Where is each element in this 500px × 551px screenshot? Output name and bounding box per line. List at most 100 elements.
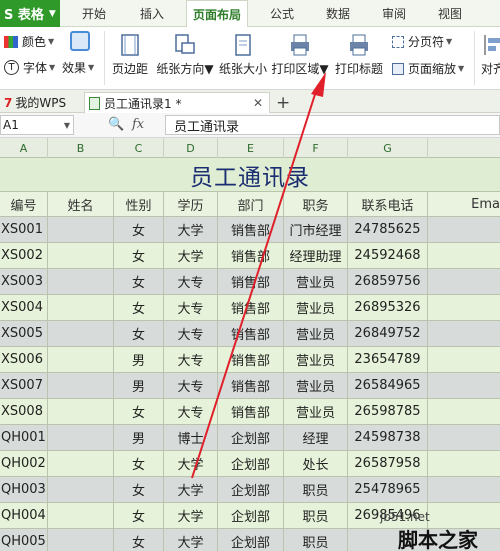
header-cell[interactable]: 性别 <box>114 192 164 216</box>
tab-home[interactable]: 开始 <box>72 0 116 27</box>
table-cell[interactable]: 营业员 <box>284 373 348 398</box>
column-header-g[interactable]: G <box>348 138 428 158</box>
tab-insert[interactable]: 插入 <box>130 0 174 27</box>
table-cell[interactable]: 营业员 <box>284 347 348 372</box>
header-cell[interactable]: 学历 <box>164 192 218 216</box>
table-cell[interactable]: 女 <box>114 269 164 294</box>
table-cell[interactable]: 26587958 <box>348 451 428 476</box>
tab-view[interactable]: 视图 <box>428 0 472 27</box>
app-menu-button[interactable]: S 表格 ▼ <box>0 0 60 27</box>
table-cell[interactable]: XS007 <box>0 373 48 398</box>
table-cell[interactable]: 销售部 <box>218 217 284 242</box>
header-cell[interactable]: Ema <box>428 192 500 216</box>
column-header-c[interactable]: C <box>114 138 164 158</box>
table-cell[interactable]: QH003 <box>0 477 48 502</box>
table-cell[interactable]: 女 <box>114 321 164 346</box>
table-cell[interactable]: 企划部 <box>218 503 284 528</box>
table-cell[interactable] <box>428 347 500 372</box>
table-cell[interactable]: 男 <box>114 373 164 398</box>
table-cell[interactable]: 大学 <box>164 503 218 528</box>
tab-employee-directory[interactable]: 员工通讯录1 * ✕ <box>84 92 270 113</box>
table-cell[interactable]: 男 <box>114 347 164 372</box>
header-cell[interactable]: 姓名 <box>48 192 114 216</box>
table-cell[interactable]: 销售部 <box>218 243 284 268</box>
table-cell[interactable] <box>48 269 114 294</box>
header-cell[interactable]: 职务 <box>284 192 348 216</box>
table-cell[interactable]: 营业员 <box>284 295 348 320</box>
column-header-f[interactable]: F <box>284 138 348 158</box>
header-cell[interactable]: 部门 <box>218 192 284 216</box>
name-box[interactable]: A1 ▼ <box>0 115 74 135</box>
table-cell[interactable] <box>428 243 500 268</box>
table-cell[interactable] <box>428 295 500 320</box>
tab-review[interactable]: 审阅 <box>372 0 416 27</box>
table-cell[interactable]: 博士 <box>164 425 218 450</box>
header-cell[interactable]: 编号 <box>0 192 48 216</box>
table-cell[interactable] <box>428 373 500 398</box>
table-cell[interactable]: 企划部 <box>218 425 284 450</box>
table-cell[interactable]: 职员 <box>284 477 348 502</box>
table-cell[interactable]: 男 <box>114 425 164 450</box>
margins-button[interactable]: 页边距 <box>110 33 150 77</box>
table-cell[interactable]: XS001 <box>0 217 48 242</box>
table-cell[interactable]: 26895326 <box>348 295 428 320</box>
new-tab-button[interactable]: + <box>272 92 290 113</box>
table-cell[interactable] <box>428 451 500 476</box>
table-cell[interactable] <box>48 373 114 398</box>
table-cell[interactable]: XS004 <box>0 295 48 320</box>
table-cell[interactable] <box>48 321 114 346</box>
table-cell[interactable]: 大专 <box>164 321 218 346</box>
page-zoom-button[interactable]: 页面缩放 ▼ <box>392 60 464 77</box>
table-cell[interactable]: 销售部 <box>218 373 284 398</box>
table-cell[interactable]: 职员 <box>284 503 348 528</box>
column-header-d[interactable]: D <box>164 138 218 158</box>
table-cell[interactable]: 大专 <box>164 399 218 424</box>
table-cell[interactable]: 大专 <box>164 347 218 372</box>
column-header-e[interactable]: E <box>218 138 284 158</box>
table-cell[interactable]: 企划部 <box>218 451 284 476</box>
table-cell[interactable] <box>48 399 114 424</box>
table-cell[interactable] <box>48 217 114 242</box>
table-cell[interactable]: 25478965 <box>348 477 428 502</box>
table-cell[interactable]: 处长 <box>284 451 348 476</box>
table-cell[interactable]: 门市经理 <box>284 217 348 242</box>
table-cell[interactable]: 销售部 <box>218 321 284 346</box>
table-cell[interactable]: 26584965 <box>348 373 428 398</box>
table-cell[interactable]: 女 <box>114 477 164 502</box>
table-cell[interactable]: 24592468 <box>348 243 428 268</box>
table-cell[interactable]: 大学 <box>164 217 218 242</box>
column-header-b[interactable]: B <box>48 138 114 158</box>
table-cell[interactable]: 经理助理 <box>284 243 348 268</box>
table-cell[interactable]: 销售部 <box>218 347 284 372</box>
table-cell[interactable] <box>48 295 114 320</box>
table-cell[interactable]: QH001 <box>0 425 48 450</box>
table-cell[interactable] <box>428 217 500 242</box>
table-cell[interactable]: XS005 <box>0 321 48 346</box>
table-cell[interactable]: 企划部 <box>218 477 284 502</box>
table-cell[interactable]: 女 <box>114 399 164 424</box>
table-cell[interactable]: 企划部 <box>218 529 284 551</box>
tab-page-layout[interactable]: 页面布局 <box>186 0 248 28</box>
print-titles-button[interactable]: 打印标题 <box>334 33 384 77</box>
table-cell[interactable] <box>48 451 114 476</box>
print-area-button[interactable]: 打印区域 ▼ <box>271 33 329 77</box>
table-cell[interactable] <box>48 243 114 268</box>
table-cell[interactable]: 女 <box>114 451 164 476</box>
table-cell[interactable]: 女 <box>114 243 164 268</box>
table-cell[interactable]: QH002 <box>0 451 48 476</box>
paper-size-button[interactable]: 纸张大小 <box>219 33 267 77</box>
table-cell[interactable]: 26859756 <box>348 269 428 294</box>
table-cell[interactable]: 大专 <box>164 269 218 294</box>
table-cell[interactable]: 24598738 <box>348 425 428 450</box>
effects-label-wrap[interactable]: 效果 ▼ <box>62 59 94 76</box>
table-cell[interactable] <box>428 269 500 294</box>
page-break-button[interactable]: 分页符 ▼ <box>392 33 452 50</box>
column-header-h[interactable] <box>428 138 500 158</box>
table-cell[interactable]: QH004 <box>0 503 48 528</box>
table-cell[interactable]: 销售部 <box>218 399 284 424</box>
table-cell[interactable]: XS003 <box>0 269 48 294</box>
table-cell[interactable] <box>428 477 500 502</box>
table-cell[interactable]: 女 <box>114 503 164 528</box>
table-cell[interactable] <box>428 321 500 346</box>
table-cell[interactable]: 经理 <box>284 425 348 450</box>
